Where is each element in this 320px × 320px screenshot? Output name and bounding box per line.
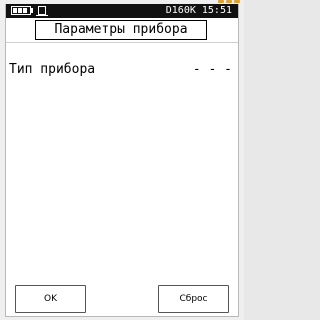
status-text: D160K 15:51 — [165, 5, 232, 16]
memory-card-icon — [36, 6, 48, 16]
status-bar: D160K 15:51 — [6, 4, 238, 18]
page-title: Параметры прибора — [35, 20, 207, 40]
parameter-value: - - - — [192, 62, 232, 77]
device-screen: D160K 15:51 Параметры прибора Тип прибор… — [5, 4, 239, 317]
parameter-row-device-type[interactable]: Тип прибора - - - — [6, 60, 238, 80]
device-frame: D160K 15:51 Параметры прибора Тип прибор… — [0, 0, 244, 320]
softkey-bar: OK Сброс — [6, 278, 238, 316]
parameter-list: Тип прибора - - - — [6, 42, 238, 278]
title-bar: Параметры прибора — [6, 18, 238, 42]
ok-button[interactable]: OK — [15, 285, 86, 313]
parameter-label: Тип прибора — [9, 62, 96, 77]
reset-button[interactable]: Сброс — [158, 285, 229, 313]
battery-icon — [11, 6, 31, 15]
battery-tip — [31, 8, 33, 13]
